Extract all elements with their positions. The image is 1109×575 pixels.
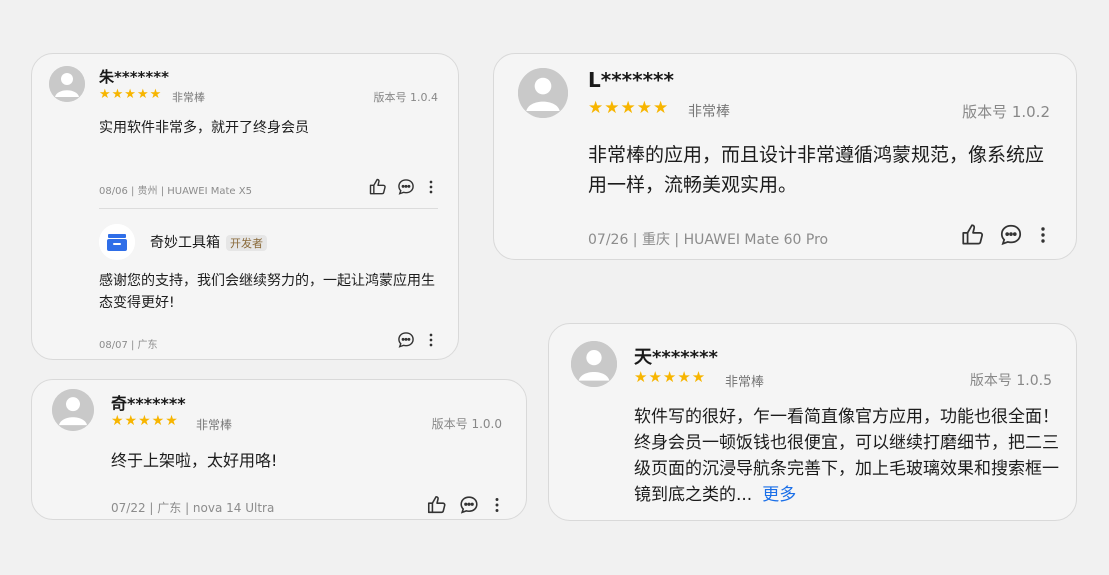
reply-meta: 08/07 | 广东 [99,340,158,351]
divider [99,208,438,209]
rating-stars: ★★★★★ [634,368,707,386]
review-text-content: 软件写的很好，乍一看简直像官方应用，功能也很全面！终身会员一顿饭钱也很便宜，可以… [634,407,1059,505]
review-card: 天******* ★★★★★ 非常棒 版本号 1.0.5 软件写的很好，乍一看简… [548,323,1077,521]
comment-icon[interactable] [396,177,416,197]
review-card: 朱******* ★★★★★ 非常棒 版本号 1.0.4 实用软件非常多，就开了… [31,53,459,360]
rating-label: 非常棒 [688,104,730,120]
review-text: 软件写的很好，乍一看简直像官方应用，功能也很全面！终身会员一顿饭钱也很便宜，可以… [634,404,1059,508]
version-label: 版本号 1.0.2 [962,103,1050,121]
more-vertical-icon[interactable] [426,330,436,350]
review-card: L******* ★★★★★ 非常棒 版本号 1.0.2 非常棒的应用，而且设计… [493,53,1077,260]
more-vertical-icon[interactable] [426,177,436,197]
reviewer-name: 朱******* [99,68,169,86]
reviewer-name: 天******* [634,347,718,368]
review-actions [960,222,1048,248]
thumbs-up-icon[interactable] [368,177,388,197]
rating-label: 非常棒 [172,91,205,104]
avatar[interactable] [49,66,85,102]
rating-stars: ★★★★★ [588,98,670,118]
developer-badge: 开发者 [226,235,267,251]
rating-stars: ★★★★★ [111,413,179,429]
review-meta: 08/06 | 贵州 | HUAWEI Mate X5 [99,186,252,197]
reply-text: 感谢您的支持，我们会继续努力的，一起让鸿蒙应用生态变得更好! [99,273,435,311]
reviewer-name: L******* [588,68,674,92]
thumbs-up-icon[interactable] [960,222,986,248]
rating-label: 非常棒 [196,418,233,432]
version-label: 版本号 1.0.5 [969,373,1052,389]
comment-icon[interactable] [396,330,416,350]
rating-label: 非常棒 [725,375,765,390]
user-avatar-icon [49,66,85,102]
review-text: 非常棒的应用，而且设计非常遵循鸿蒙规范，像系统应用一样，流畅美观实用。 [588,144,1045,196]
user-avatar-icon [518,68,568,118]
more-vertical-icon[interactable] [1038,222,1048,248]
user-avatar-icon [571,341,617,387]
avatar[interactable] [571,341,617,387]
review-meta: 07/22 | 广东 | nova 14 Ultra [111,501,275,515]
reviewer-name: 奇******* [111,394,186,413]
avatar[interactable] [518,68,568,118]
review-text: 实用软件非常多，就开了终身会员 [99,120,309,136]
thumbs-up-icon[interactable] [426,494,448,516]
review-meta: 07/26 | 重庆 | HUAWEI Mate 60 Pro [588,232,829,248]
more-vertical-icon[interactable] [492,494,502,516]
avatar[interactable] [52,389,94,431]
version-label: 版本号 1.0.0 [431,417,502,431]
more-link[interactable]: 更多 [762,485,796,505]
user-avatar-icon [52,389,94,431]
developer-name: 奇妙工具箱 开发者 [150,232,267,252]
comment-icon[interactable] [458,494,480,516]
review-card: 奇******* ★★★★★ 非常棒 版本号 1.0.0 终于上架啦，太好用咯!… [31,379,527,520]
reply-actions [396,330,436,350]
review-actions [426,494,502,516]
developer-name-text: 奇妙工具箱 [150,235,220,251]
developer-avatar[interactable] [99,224,135,260]
review-actions [368,177,436,197]
version-label: 版本号 1.0.4 [373,91,439,104]
comment-icon[interactable] [998,222,1024,248]
toolbox-app-icon [99,224,135,260]
review-text: 终于上架啦，太好用咯! [111,451,278,470]
rating-stars: ★★★★★ [99,87,163,102]
